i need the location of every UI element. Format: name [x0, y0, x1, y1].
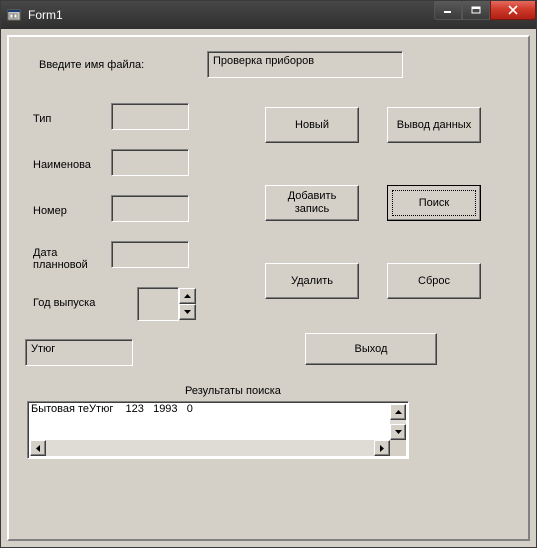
scroll-corner [390, 440, 406, 456]
chevron-up-icon [184, 294, 191, 298]
search-key-value: Утюг [31, 343, 55, 355]
maximize-icon [471, 6, 481, 14]
close-button[interactable] [490, 1, 536, 20]
year-spinner-down[interactable] [179, 304, 196, 320]
minimize-button[interactable] [434, 1, 462, 20]
results-vertical-scrollbar[interactable] [390, 404, 406, 440]
titlebar: Form1 [1, 1, 536, 29]
search-key-field[interactable]: Утюг [25, 339, 133, 366]
window-title: Form1 [28, 8, 63, 22]
year-spinner-up[interactable] [179, 288, 196, 304]
reset-button[interactable]: Сброс [387, 263, 481, 299]
delete-button[interactable]: Удалить [265, 263, 359, 299]
name-field[interactable] [111, 149, 189, 176]
client-area: Введите имя файла: Проверка приборов Тип… [7, 35, 530, 541]
chevron-up-icon [395, 410, 402, 414]
search-button[interactable]: Поиск [387, 185, 481, 221]
filename-value: Проверка приборов [213, 55, 314, 67]
scroll-up-button[interactable] [390, 404, 406, 420]
results-horizontal-scrollbar[interactable] [30, 440, 390, 456]
minimize-icon [443, 6, 453, 14]
type-label: Тип [33, 113, 51, 125]
number-field[interactable] [111, 195, 189, 222]
exit-button[interactable]: Выход [305, 333, 437, 365]
year-label: Год выпуска [33, 297, 95, 309]
app-icon [7, 7, 23, 23]
output-button[interactable]: Вывод данных [387, 107, 481, 143]
type-field[interactable] [111, 103, 189, 130]
new-button[interactable]: Новый [265, 107, 359, 143]
close-icon [507, 5, 519, 15]
chevron-down-icon [395, 430, 402, 434]
chevron-left-icon [36, 445, 40, 452]
results-label: Результаты поиска [185, 385, 281, 397]
scroll-right-button[interactable] [374, 440, 390, 456]
scroll-left-button[interactable] [30, 440, 46, 456]
date-label: Дата планновой [33, 247, 88, 271]
result-row[interactable]: Бытовая теУтюг 123 1993 0 [28, 402, 408, 416]
maximize-button[interactable] [462, 1, 490, 20]
scroll-down-button[interactable] [390, 424, 406, 440]
filename-prompt-label: Введите имя файла: [39, 59, 144, 71]
year-field[interactable] [137, 287, 179, 321]
chevron-down-icon [184, 310, 191, 314]
name-label: Наименова [33, 159, 91, 171]
year-spinner[interactable] [179, 288, 196, 320]
results-listbox[interactable]: Бытовая теУтюг 123 1993 0 [27, 401, 409, 459]
window-controls [434, 1, 536, 21]
app-window: Form1 Введите имя файла: Проверка прибор… [0, 0, 537, 548]
filename-field[interactable]: Проверка приборов [207, 51, 403, 78]
add-record-button[interactable]: Добавить запись [265, 185, 359, 221]
date-field[interactable] [111, 241, 189, 268]
number-label: Номер [33, 205, 67, 217]
chevron-right-icon [380, 445, 384, 452]
